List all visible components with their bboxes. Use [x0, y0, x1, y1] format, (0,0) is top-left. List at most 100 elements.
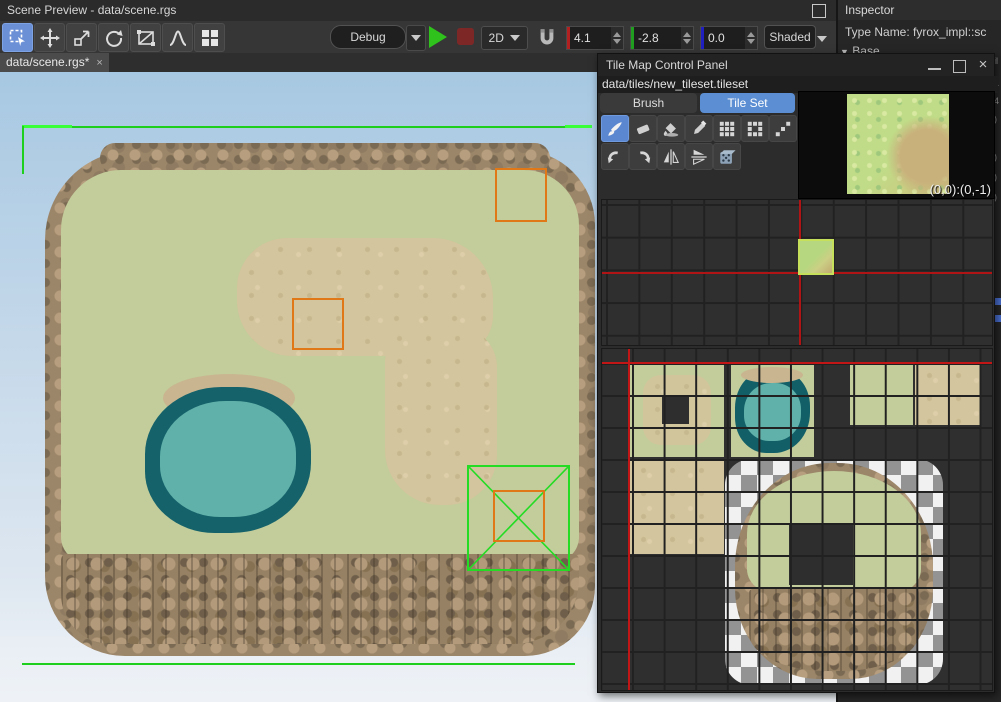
select-icon	[8, 28, 28, 48]
selection-tile-cursor	[493, 490, 545, 542]
minimize-icon[interactable]	[928, 68, 941, 70]
grid-icon	[200, 28, 220, 48]
chevron-down-icon	[510, 35, 520, 41]
inspector-type-name: Type Name: fyrox_impl::sc	[838, 21, 1001, 43]
fill-tool-button[interactable]	[657, 115, 685, 142]
palette-pond-block[interactable]	[731, 363, 814, 457]
rotate-right-button[interactable]	[629, 143, 657, 170]
scene-tab[interactable]: data/scene.rgs*×	[0, 53, 109, 72]
eraser-tool-button[interactable]	[629, 115, 657, 142]
palette-sand-block[interactable]	[629, 459, 724, 554]
rotate-icon	[104, 28, 124, 48]
rect-edit-icon	[136, 28, 156, 48]
debug-dropdown-arrow[interactable]	[406, 25, 426, 51]
tile-cursor-center	[292, 298, 344, 350]
palette-grass-sand-block[interactable]	[629, 363, 724, 457]
inspector-title: Inspector	[838, 0, 1001, 20]
select-tool-button[interactable]	[2, 23, 33, 52]
inspector-edge-widget	[995, 315, 1001, 322]
tab-brush[interactable]: Brush	[600, 93, 697, 113]
eyedropper-icon	[690, 120, 708, 138]
rotate-tool-button[interactable]	[98, 23, 129, 52]
palette-axis-vertical	[628, 349, 630, 690]
move-tool-button[interactable]	[34, 23, 65, 52]
grid-fill-icon	[718, 120, 736, 138]
tile-preview-box: (0,0):(0,-1)	[798, 91, 995, 199]
random-button[interactable]	[713, 143, 741, 170]
z-axis-colorbar	[701, 27, 704, 49]
palette-transparency-checker	[725, 459, 943, 685]
tab-tile-set[interactable]: Tile Set	[700, 93, 795, 113]
flip-vertical-button[interactable]	[685, 143, 713, 170]
view-mode-dropdown[interactable]: 2D	[481, 26, 528, 50]
inspector-edge-fragment: 4	[994, 96, 1001, 106]
palette-grass-tiles[interactable]	[850, 363, 913, 425]
shading-label: Shaded	[769, 30, 810, 44]
snap-button[interactable]	[534, 24, 560, 50]
close-icon[interactable]: ×	[975, 54, 991, 76]
tilemap-bounds-top-line	[22, 126, 592, 128]
rect-outline-tool-button[interactable]	[741, 115, 769, 142]
maximize-icon[interactable]	[953, 60, 966, 73]
pond-water	[160, 401, 296, 517]
coord-z-field[interactable]: 0.0	[700, 26, 758, 50]
coord-x-spinner[interactable]	[611, 27, 623, 49]
palette-sand-tiles-right[interactable]	[915, 364, 980, 425]
picker-tool-button[interactable]	[685, 115, 713, 142]
rotate-left-button[interactable]	[601, 143, 629, 170]
debug-label: Debug	[350, 30, 385, 44]
play-button[interactable]	[429, 26, 447, 48]
scene-titlebar: Scene Preview - data/scene.rgs	[0, 0, 836, 21]
x-axis-colorbar	[567, 27, 570, 49]
flip-horizontal-icon	[662, 148, 680, 166]
scene-toolbar: Debug 2D 4.1 -2.8	[0, 21, 836, 54]
scale-icon	[72, 28, 92, 48]
tile-cursor-topright	[495, 168, 547, 222]
brush-icon	[606, 120, 624, 138]
tile-window-titlebar[interactable]: Tile Map Control Panel	[598, 54, 994, 76]
inspector-edge-fragment: il	[994, 56, 1001, 66]
dice-icon	[718, 148, 736, 166]
magnet-icon	[536, 26, 558, 48]
island-tilemap	[45, 150, 595, 656]
brush-tool-button[interactable]	[601, 115, 629, 142]
y-axis-colorbar	[631, 27, 634, 49]
rotate-ccw-icon	[606, 148, 624, 166]
line-tool-button[interactable]	[769, 115, 797, 142]
selected-page-cell[interactable]	[798, 239, 834, 275]
fyrox-editor: Scene Preview - data/scene.rgs	[0, 0, 1001, 702]
tilemap-tool-button[interactable]	[194, 23, 225, 52]
tab-close-icon[interactable]: ×	[96, 57, 102, 69]
palette-empty-cell	[662, 397, 689, 424]
terrain-tool-button[interactable]	[162, 23, 193, 52]
tiles-palette[interactable]	[601, 348, 993, 691]
diagonal-line-icon	[774, 120, 792, 138]
tile-preview-image	[847, 94, 949, 194]
grid-outline-icon	[746, 120, 764, 138]
tilemap-bounds-top-bright-left	[22, 125, 72, 128]
flip-horizontal-button[interactable]	[657, 143, 685, 170]
shading-dropdown-arrow[interactable]	[817, 31, 827, 45]
coord-y-value: -2.8	[638, 31, 659, 45]
shading-dropdown[interactable]: Shaded	[764, 25, 816, 49]
palette-island-hole	[789, 523, 853, 585]
coord-y-field[interactable]: -2.8	[630, 26, 694, 50]
pond	[145, 383, 311, 533]
coord-x-field[interactable]: 4.1	[566, 26, 624, 50]
tilemap-bounds-top-bright-right	[565, 125, 592, 128]
debug-dropdown[interactable]: Debug	[330, 25, 406, 49]
terrain-icon	[168, 28, 188, 48]
coord-y-spinner[interactable]	[681, 27, 693, 49]
move-icon	[40, 28, 60, 48]
coord-x-value: 4.1	[574, 31, 591, 45]
selection-gizmo[interactable]	[467, 465, 570, 571]
inspector-edge-fragment: )	[994, 172, 1001, 182]
coord-z-spinner[interactable]	[745, 27, 757, 49]
rect-edit-tool-button[interactable]	[130, 23, 161, 52]
rect-fill-tool-button[interactable]	[713, 115, 741, 142]
inspector-edge-widget	[995, 298, 1001, 305]
scale-tool-button[interactable]	[66, 23, 97, 52]
tileset-pages-grid[interactable]	[601, 199, 993, 346]
scene-maximize-icon[interactable]	[812, 4, 826, 18]
stop-button[interactable]	[457, 28, 474, 45]
